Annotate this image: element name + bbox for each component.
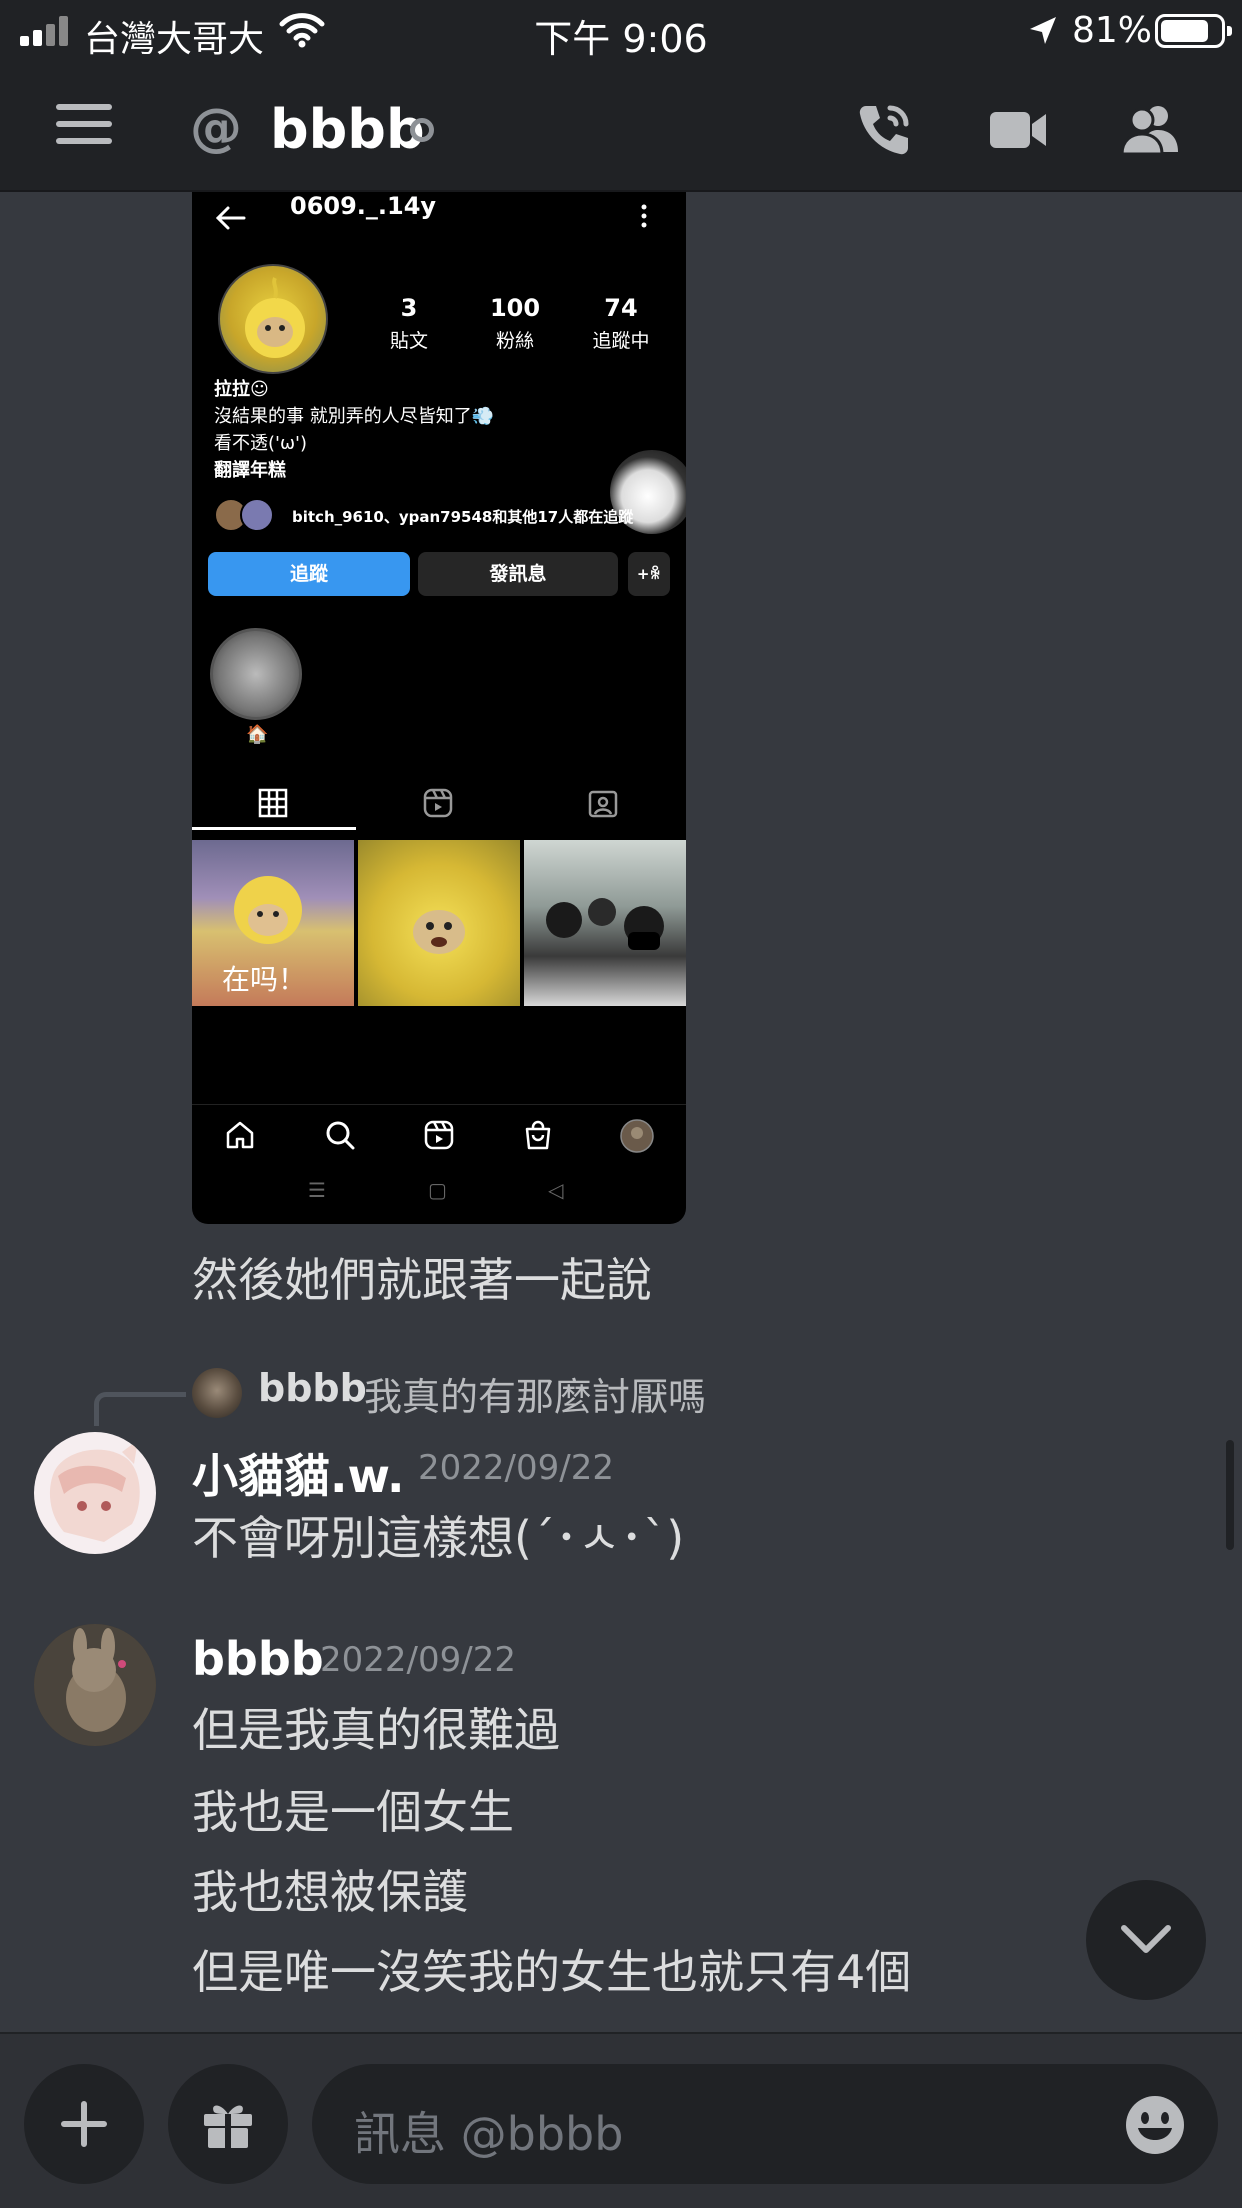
offline-status-icon — [410, 118, 434, 142]
message-timestamp: 2022/09/22 — [418, 1448, 614, 1488]
ig-post-thumbnail — [358, 840, 520, 1006]
message-list[interactable]: 0609._.14y 3 貼文 100 粉絲 74 追蹤中 拉拉☺ 沒結果的事 — [0, 192, 1242, 2032]
add-attachment-button[interactable] — [24, 2064, 144, 2184]
image-attachment[interactable]: 0609._.14y 3 貼文 100 粉絲 74 追蹤中 拉拉☺ 沒結果的事 — [192, 192, 686, 1224]
ig-post-thumbnail — [524, 840, 686, 1006]
gift-button[interactable] — [168, 2064, 288, 2184]
message-text: 然後她們就跟著一起說 — [192, 1253, 652, 1307]
android-nav-bar: ☰ ▢ ◁ — [308, 1178, 564, 1202]
reply-connector — [94, 1392, 186, 1426]
ig-stat-followers: 100 粉絲 — [489, 294, 541, 352]
ig-bio: 拉拉☺ 沒結果的事 就別弄的人尽皆知了💨 看不透(ꞌωꞌ) 翻譯年糕 — [214, 379, 495, 481]
ig-message-button: 發訊息 — [418, 552, 618, 596]
add-person-icon: +ꆜ — [628, 552, 670, 596]
status-bar: 台灣大哥大 下午 9:06 81% — [0, 0, 1242, 62]
reels-icon — [357, 774, 521, 830]
search-icon — [326, 1121, 355, 1150]
user-avatar[interactable] — [34, 1432, 156, 1554]
message-input-placeholder: 訊息 @bbbb — [354, 2107, 624, 2161]
dm-recipient-name[interactable]: bbbb — [270, 98, 425, 161]
at-icon: @ — [190, 98, 242, 158]
channel-header: @ bbbb — [0, 62, 1242, 192]
message-text: 但是我真的很難過 — [192, 1703, 560, 1757]
chevron-down-icon — [1121, 1925, 1171, 1953]
ig-stat-following: 74 追蹤中 — [592, 294, 650, 352]
ig-post-thumbnail: 在吗！ — [192, 840, 354, 1006]
message-text: 但是唯一沒笑我的女生也就只有4個 — [192, 1945, 912, 1999]
reply-preview-text[interactable]: 我真的有那麼討厭嗎 — [364, 1366, 706, 1421]
reply-author[interactable]: bbbb — [258, 1366, 367, 1410]
ig-tabs — [192, 774, 686, 830]
video-camera-icon[interactable] — [986, 98, 1050, 162]
message-author[interactable]: 小貓貓.w. — [192, 1440, 405, 1506]
more-options-icon — [641, 204, 647, 228]
members-icon[interactable] — [1118, 98, 1182, 162]
location-arrow-icon — [1030, 17, 1056, 44]
emoji-icon[interactable] — [1124, 2094, 1186, 2156]
phone-call-icon[interactable] — [852, 98, 916, 162]
ig-profile-avatar — [218, 264, 328, 374]
reply-avatar[interactable] — [192, 1368, 242, 1418]
home-icon — [226, 1121, 254, 1149]
message-composer: 訊息 @bbbb — [0, 2032, 1242, 2208]
ig-stat-posts: 3 貼文 — [389, 294, 428, 352]
user-avatar[interactable] — [34, 1624, 156, 1746]
gift-icon — [204, 2105, 252, 2148]
ig-username: 0609._.14y — [290, 192, 437, 220]
message-timestamp: 2022/09/22 — [320, 1640, 516, 1680]
back-arrow-icon — [215, 206, 246, 230]
ig-story-highlight — [210, 628, 302, 720]
message-input[interactable]: 訊息 @bbbb — [312, 2064, 1218, 2184]
ig-bottom-nav — [192, 1104, 686, 1164]
profile-avatar-icon — [620, 1119, 654, 1153]
reels-icon — [424, 1120, 454, 1150]
battery-percent: 81% — [1072, 10, 1153, 51]
hamburger-menu-icon[interactable] — [56, 104, 112, 144]
shop-icon — [525, 1120, 551, 1150]
message-author[interactable]: bbbb — [192, 1632, 324, 1686]
ig-post-grid: 在吗！ — [192, 840, 686, 1006]
battery-icon — [1155, 14, 1232, 48]
plus-icon — [61, 2101, 107, 2147]
jump-to-present-button[interactable] — [1086, 1880, 1206, 2000]
highlight-label: 🏠 — [246, 724, 269, 745]
message-text: 不會呀別這樣想(´･ㅅ･`) — [192, 1511, 685, 1565]
scrollbar[interactable] — [1226, 1440, 1234, 1550]
message-text: 我也想被保護 — [192, 1865, 468, 1919]
message-text: 我也是一個女生 — [192, 1785, 514, 1839]
ig-follow-button: 追蹤 — [208, 552, 410, 596]
grid-icon — [192, 774, 356, 830]
tagged-icon — [522, 774, 686, 830]
